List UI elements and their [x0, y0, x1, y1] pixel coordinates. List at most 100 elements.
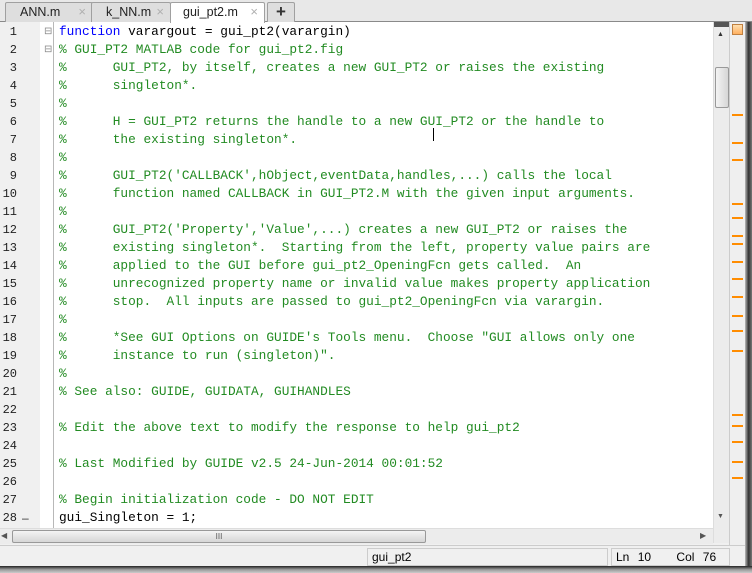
tab-knn[interactable]: k_NN.m ×	[91, 2, 171, 22]
code-line[interactable]: 6 % H = GUI_PT2 returns the handle to a n…	[0, 113, 713, 131]
code-line[interactable]: 7 % the existing singleton*.	[0, 131, 713, 149]
code-editor[interactable]: 1 ⊟ function varargout = gui_pt2(varargin)…	[0, 22, 713, 528]
code-text: % Begin initialization code - DO NOT EDI…	[59, 492, 374, 507]
code-line[interactable]: 24	[0, 437, 713, 455]
code-text: % GUI_PT2 MATLAB code for gui_pt2.fig	[59, 42, 344, 57]
code-line[interactable]: 23 % Edit the above text to modify the re…	[0, 419, 713, 437]
code-line[interactable]: 10 % function named CALLBACK in GUI_PT2.M…	[0, 185, 713, 203]
code-line[interactable]: 26	[0, 473, 713, 491]
warning-status-icon[interactable]	[732, 24, 743, 35]
code-line[interactable]: 12 % GUI_PT2('Property','Value',...) crea…	[0, 221, 713, 239]
horizontal-scrollbar[interactable]: ◀ III ▶	[0, 528, 713, 544]
line-number: 18	[2, 331, 17, 345]
code-line[interactable]: 14 % applied to the GUI before gui_pt2_Op…	[0, 257, 713, 275]
scroll-down-icon[interactable]: ▼	[717, 513, 724, 520]
code-line[interactable]: 18 % *See GUI Options on GUIDE's Tools me…	[0, 329, 713, 347]
code-line[interactable]: 1 ⊟ function varargout = gui_pt2(varargin)	[0, 23, 713, 41]
code-line[interactable]: 19 % instance to run (singleton)".	[0, 347, 713, 365]
code-text: function varargout = gui_pt2(varargin)	[59, 24, 351, 39]
code-text: %	[59, 150, 67, 165]
code-line[interactable]: 4 % singleton*.	[0, 77, 713, 95]
code-line[interactable]: 11%	[0, 203, 713, 221]
warning-marker[interactable]	[732, 235, 743, 237]
warning-marker[interactable]	[732, 159, 743, 161]
tab-label: gui_pt2.m	[183, 5, 238, 19]
warning-marker[interactable]	[732, 315, 743, 317]
line-number: 10	[2, 187, 17, 201]
line-number: 25	[2, 457, 17, 471]
breakpoint-dash[interactable]: –	[22, 509, 29, 527]
code-line[interactable]: 16 % stop. All inputs are passed to gui_p…	[0, 293, 713, 311]
warning-marker[interactable]	[732, 330, 743, 332]
code-line[interactable]: 9 % GUI_PT2('CALLBACK',hObject,eventData,…	[0, 167, 713, 185]
vertical-scrollbar[interactable]: ▲ ▼	[713, 22, 729, 543]
new-tab-button[interactable]: +	[267, 2, 295, 22]
warning-marker[interactable]	[732, 414, 743, 416]
warning-marker[interactable]	[732, 477, 743, 479]
close-icon[interactable]: ×	[78, 3, 86, 21]
scroll-left-icon[interactable]: ◀	[1, 531, 7, 540]
warning-marker[interactable]	[732, 296, 743, 298]
line-number: 19	[2, 349, 17, 363]
code-line[interactable]: 17%	[0, 311, 713, 329]
warning-marker[interactable]	[732, 243, 743, 245]
line-number: 16	[2, 295, 17, 309]
code-text: % function named CALLBACK in GUI_PT2.M w…	[59, 186, 635, 201]
code-line[interactable]: 15 % unrecognized property name or invali…	[0, 275, 713, 293]
code-text: gui_Singleton = 1;	[59, 510, 198, 525]
line-number: 17	[2, 313, 17, 327]
line-number: 4	[9, 79, 17, 93]
code-text: % the existing singleton*.	[59, 132, 298, 147]
code-line[interactable]: 20%	[0, 365, 713, 383]
horizontal-scroll-thumb[interactable]: III	[12, 530, 426, 543]
code-line[interactable]: 8%	[0, 149, 713, 167]
line-number: 23	[2, 421, 17, 435]
warning-marker[interactable]	[732, 425, 743, 427]
warning-marker[interactable]	[732, 441, 743, 443]
warning-marker[interactable]	[732, 278, 743, 280]
code-line[interactable]: 25 % Last Modified by GUIDE v2.5 24-Jun-2…	[0, 455, 713, 473]
line-number: 2	[9, 43, 17, 57]
tab-gui-pt2[interactable]: gui_pt2.m ×	[170, 2, 265, 23]
warning-marker[interactable]	[732, 114, 743, 116]
code-text: % instance to run (singleton)".	[59, 348, 336, 363]
warning-marker[interactable]	[732, 203, 743, 205]
code-text: % See also: GUIDE, GUIDATA, GUIHANDLES	[59, 384, 351, 399]
tab-bar: ANN.m × k_NN.m × gui_pt2.m × +	[0, 0, 752, 23]
warning-marker[interactable]	[732, 142, 743, 144]
code-line[interactable]: 3 % GUI_PT2, by itself, creates a new GUI…	[0, 59, 713, 77]
tab-ann[interactable]: ANN.m ×	[5, 2, 93, 22]
line-number: 3	[9, 61, 17, 75]
line-number: 28	[2, 511, 17, 525]
scroll-up-icon[interactable]: ▲	[717, 31, 724, 38]
line-number: 21	[2, 385, 17, 399]
code-line[interactable]: 2 ⊟ % GUI_PT2 MATLAB code for gui_pt2.fig	[0, 41, 713, 59]
line-number: 7	[9, 133, 17, 147]
code-line[interactable]: 13 % existing singleton*. Starting from t…	[0, 239, 713, 257]
vertical-scroll-thumb[interactable]	[715, 67, 729, 108]
line-number: 12	[2, 223, 17, 237]
warning-marker[interactable]	[732, 261, 743, 263]
line-number: 1	[9, 25, 17, 39]
code-line[interactable]: 5%	[0, 95, 713, 113]
scroll-header	[714, 22, 729, 27]
fold-toggle-icon[interactable]: ⊟	[44, 23, 52, 41]
close-icon[interactable]: ×	[250, 3, 258, 21]
code-text: % Edit the above text to modify the resp…	[59, 420, 520, 435]
warning-marker[interactable]	[732, 217, 743, 219]
line-number: 11	[2, 205, 17, 219]
code-text: %	[59, 96, 67, 111]
close-icon[interactable]: ×	[156, 3, 164, 21]
code-text: %	[59, 204, 67, 219]
ln-value: 10	[637, 550, 652, 564]
code-line[interactable]: 27 % Begin initialization code - DO NOT E…	[0, 491, 713, 509]
code-line[interactable]: 22	[0, 401, 713, 419]
warning-marker[interactable]	[732, 350, 743, 352]
line-number: 9	[9, 169, 17, 183]
code-line[interactable]: 28– gui_Singleton = 1;	[0, 509, 713, 527]
fold-toggle-icon[interactable]: ⊟	[44, 41, 52, 59]
warning-marker[interactable]	[732, 461, 743, 463]
scroll-right-icon[interactable]: ▶	[700, 531, 706, 540]
code-line[interactable]: 21 % See also: GUIDE, GUIDATA, GUIHANDLES	[0, 383, 713, 401]
line-number: 13	[2, 241, 17, 255]
